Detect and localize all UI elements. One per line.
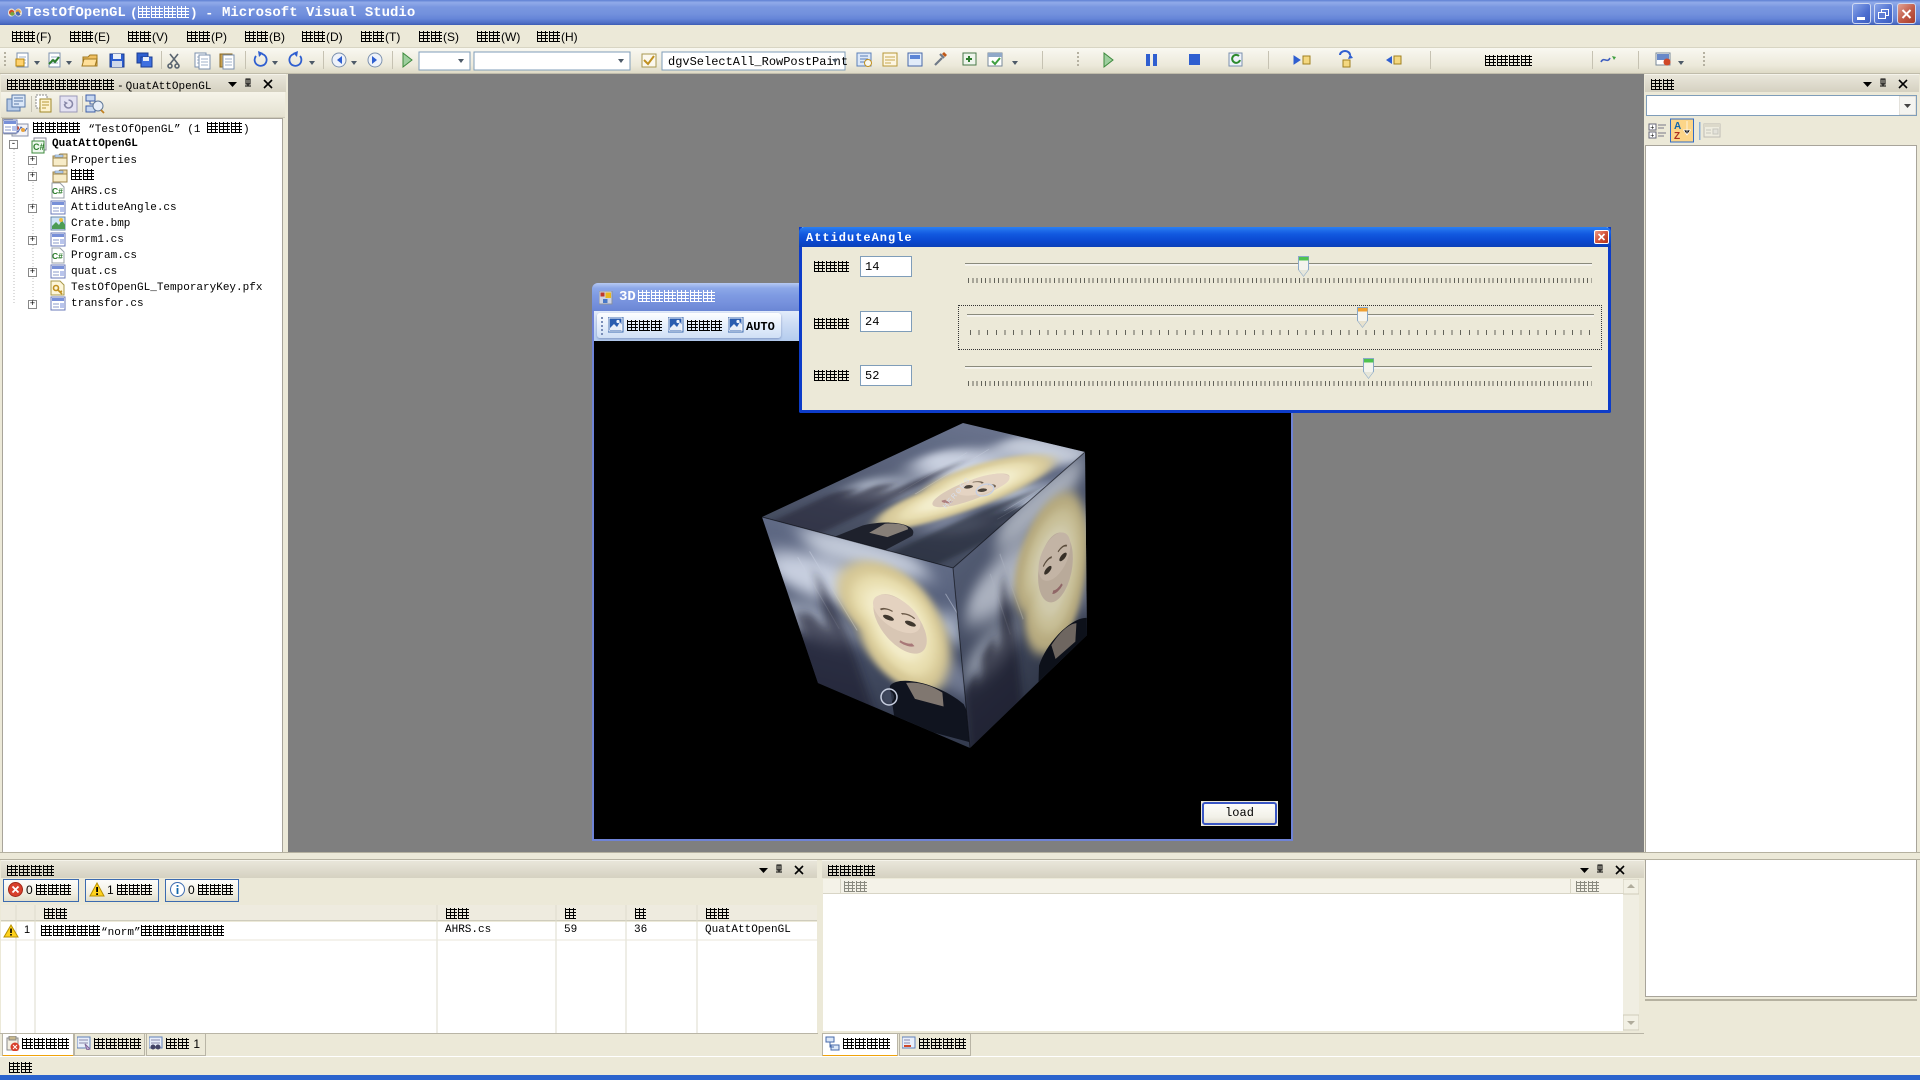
svg-text:HEROES: HEROES bbox=[1044, 707, 1066, 748]
svg-text:Z: Z bbox=[1674, 131, 1680, 142]
svg-text:+: + bbox=[1650, 133, 1654, 140]
svg-text:dgvSelectAll_RowPostPaint: dgvSelectAll_RowPostPaint bbox=[668, 55, 848, 69]
svg-text:+: + bbox=[1650, 125, 1654, 132]
svg-text:C#: C# bbox=[33, 142, 45, 152]
